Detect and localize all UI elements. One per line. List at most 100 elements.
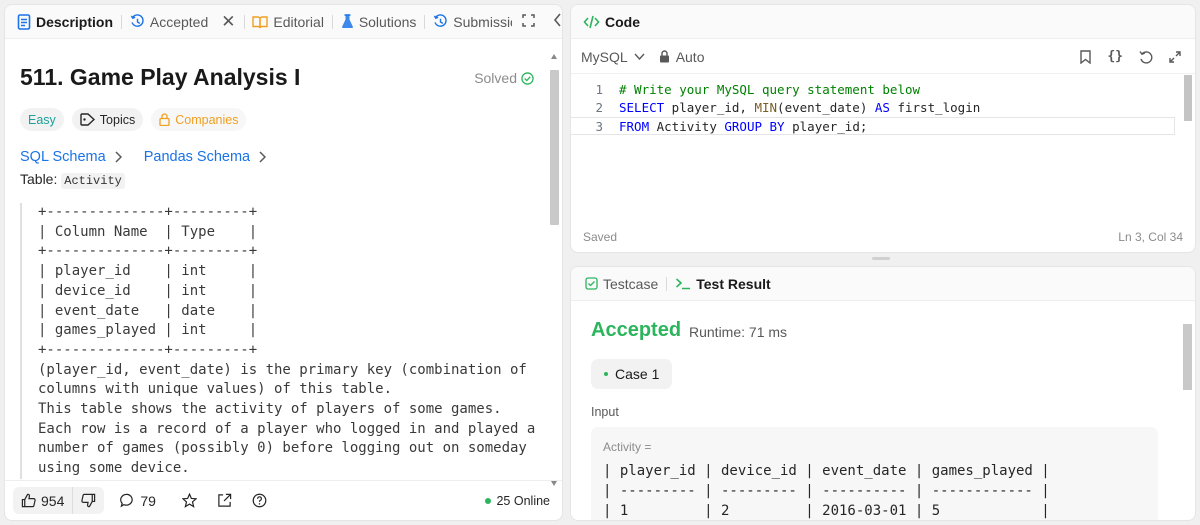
input-heading: Input bbox=[591, 405, 619, 419]
book-icon bbox=[252, 15, 269, 28]
line-number: 3 bbox=[595, 119, 603, 134]
difficulty-badge[interactable]: Easy bbox=[20, 108, 64, 131]
companies-label: Companies bbox=[175, 112, 239, 127]
cursor-position: Ln 3, Col 34 bbox=[1118, 230, 1183, 244]
tab-solutions[interactable]: Solutions bbox=[341, 5, 416, 38]
code-token: FROM bbox=[619, 119, 650, 134]
description-scrollbar[interactable] bbox=[550, 50, 559, 490]
description-icon bbox=[17, 13, 31, 30]
code-tabbar: Code bbox=[571, 5, 1195, 39]
sql-schema-label: SQL Schema bbox=[20, 149, 106, 165]
editor-scrollbar[interactable] bbox=[1184, 75, 1192, 121]
tab-test-result[interactable]: Test Result bbox=[675, 267, 771, 300]
star-icon bbox=[181, 493, 197, 508]
auto-mode-label: Auto bbox=[675, 48, 705, 65]
braces-icon[interactable]: {} bbox=[1107, 49, 1123, 64]
collapse-left-icon[interactable] bbox=[553, 13, 562, 30]
editor-toolbar: MySQL Auto {} bbox=[571, 40, 1195, 74]
code-icon bbox=[583, 15, 600, 28]
online-count: 25 Online bbox=[496, 494, 550, 508]
chevron-right-icon bbox=[259, 151, 267, 163]
tab-divider bbox=[666, 276, 668, 291]
tab-code[interactable]: Code bbox=[583, 5, 640, 38]
help-button[interactable] bbox=[252, 493, 267, 508]
scroll-thumb[interactable] bbox=[1183, 324, 1192, 390]
tab-divider bbox=[121, 14, 122, 29]
online-indicator: 25 Online bbox=[485, 494, 550, 508]
code-line[interactable]: 2 SELECT player_id, MIN(event_date) AS fi… bbox=[571, 99, 1175, 117]
share-button[interactable] bbox=[217, 493, 232, 508]
tab-label: Testcase bbox=[603, 275, 659, 292]
topics-button[interactable]: Topics bbox=[71, 108, 144, 131]
result-scrollbar[interactable] bbox=[1183, 312, 1192, 520]
schema-description: +--------------+---------+ | Column Name… bbox=[20, 203, 540, 479]
reset-icon[interactable] bbox=[1139, 50, 1153, 64]
description-tabbar: Description Accepted ✕ Editorial Solutio… bbox=[5, 5, 562, 39]
bookmark-icon[interactable] bbox=[1080, 49, 1092, 64]
language-select[interactable]: MySQL bbox=[581, 49, 645, 65]
comments-button[interactable]: 79 bbox=[120, 493, 156, 509]
close-icon[interactable]: ✕ bbox=[221, 12, 235, 32]
code-editor[interactable]: 1 # Write your MySQL query statement belo… bbox=[571, 77, 1195, 237]
case-label: Case 1 bbox=[615, 366, 660, 382]
tab-divider bbox=[331, 14, 333, 29]
problem-title: 511. Game Play Analysis I bbox=[20, 64, 301, 90]
language-label: MySQL bbox=[581, 48, 628, 65]
panel-splitter-handle[interactable] bbox=[872, 257, 890, 260]
table-name-code: Activity bbox=[61, 173, 125, 189]
tab-accepted[interactable]: Accepted ✕ bbox=[130, 5, 236, 38]
favorite-button[interactable] bbox=[181, 493, 197, 508]
schema-links: SQL Schema Pandas Schema bbox=[20, 149, 267, 165]
code-token: # Write your MySQL query statement below bbox=[619, 82, 921, 97]
dislike-button[interactable] bbox=[72, 487, 104, 514]
like-count: 954 bbox=[41, 492, 65, 509]
chevron-down-icon bbox=[634, 53, 645, 60]
input-variable-label: Activity = bbox=[603, 440, 652, 454]
pandas-schema-label: Pandas Schema bbox=[143, 149, 251, 165]
fullscreen-icon[interactable] bbox=[1169, 50, 1181, 63]
code-line[interactable]: 1 # Write your MySQL query statement belo… bbox=[571, 81, 1175, 99]
solved-label: Solved bbox=[474, 70, 517, 86]
input-table: | player_id | device_id | event_date | g… bbox=[603, 463, 1050, 519]
line-number: 1 bbox=[595, 82, 603, 97]
solved-status: Solved bbox=[474, 70, 534, 86]
scroll-thumb[interactable] bbox=[550, 70, 559, 225]
expand-icon[interactable] bbox=[522, 13, 535, 30]
tab-label: Accepted bbox=[149, 13, 209, 30]
chevron-right-icon bbox=[115, 151, 122, 163]
topics-label: Topics bbox=[99, 112, 136, 127]
tab-label: Code bbox=[605, 13, 640, 30]
terminal-icon bbox=[676, 278, 691, 290]
result-panel: Testcase Test Result Accepted Runtime: 7… bbox=[570, 266, 1196, 521]
table-name-line: Table: Activity bbox=[20, 171, 125, 189]
case-1-tab[interactable]: Case 1 bbox=[591, 359, 673, 389]
tab-testcase[interactable]: Testcase bbox=[585, 267, 658, 300]
like-button[interactable]: 954 bbox=[13, 493, 72, 509]
checkbox-icon bbox=[585, 277, 598, 290]
check-circle-icon bbox=[521, 71, 534, 85]
description-footer: 954 79 25 Online bbox=[5, 480, 562, 520]
scroll-up-arrow[interactable] bbox=[551, 54, 557, 59]
auto-mode-toggle[interactable]: Auto bbox=[659, 49, 705, 65]
pandas-schema-link[interactable]: Pandas Schema bbox=[143, 149, 267, 165]
history-icon bbox=[130, 14, 144, 27]
tab-label: Test Result bbox=[696, 275, 771, 292]
sql-schema-link[interactable]: SQL Schema bbox=[20, 149, 122, 165]
companies-button[interactable]: Companies bbox=[151, 108, 247, 131]
history-icon bbox=[434, 14, 447, 27]
tab-description[interactable]: Description bbox=[17, 5, 113, 38]
line-code: SELECT player_id, MIN(event_date) AS fir… bbox=[619, 99, 980, 117]
editor-actions: {} bbox=[1080, 49, 1181, 64]
tab-submissions[interactable]: Submission bbox=[433, 5, 512, 38]
result-status: Accepted bbox=[591, 319, 682, 341]
description-panel: Description Accepted ✕ Editorial Solutio… bbox=[4, 4, 563, 521]
code-token: player_id; bbox=[784, 119, 868, 134]
lock-icon bbox=[159, 113, 170, 126]
line-code: # Write your MySQL query statement below bbox=[619, 81, 920, 99]
tag-icon bbox=[80, 113, 95, 126]
line-code: FROM Activity GROUP BY player_id; bbox=[619, 118, 867, 136]
code-line[interactable]: 3 FROM Activity GROUP BY player_id; bbox=[571, 117, 1175, 135]
share-icon bbox=[218, 493, 232, 507]
code-token: (event_date) bbox=[777, 100, 875, 115]
tab-editorial[interactable]: Editorial bbox=[252, 5, 324, 38]
